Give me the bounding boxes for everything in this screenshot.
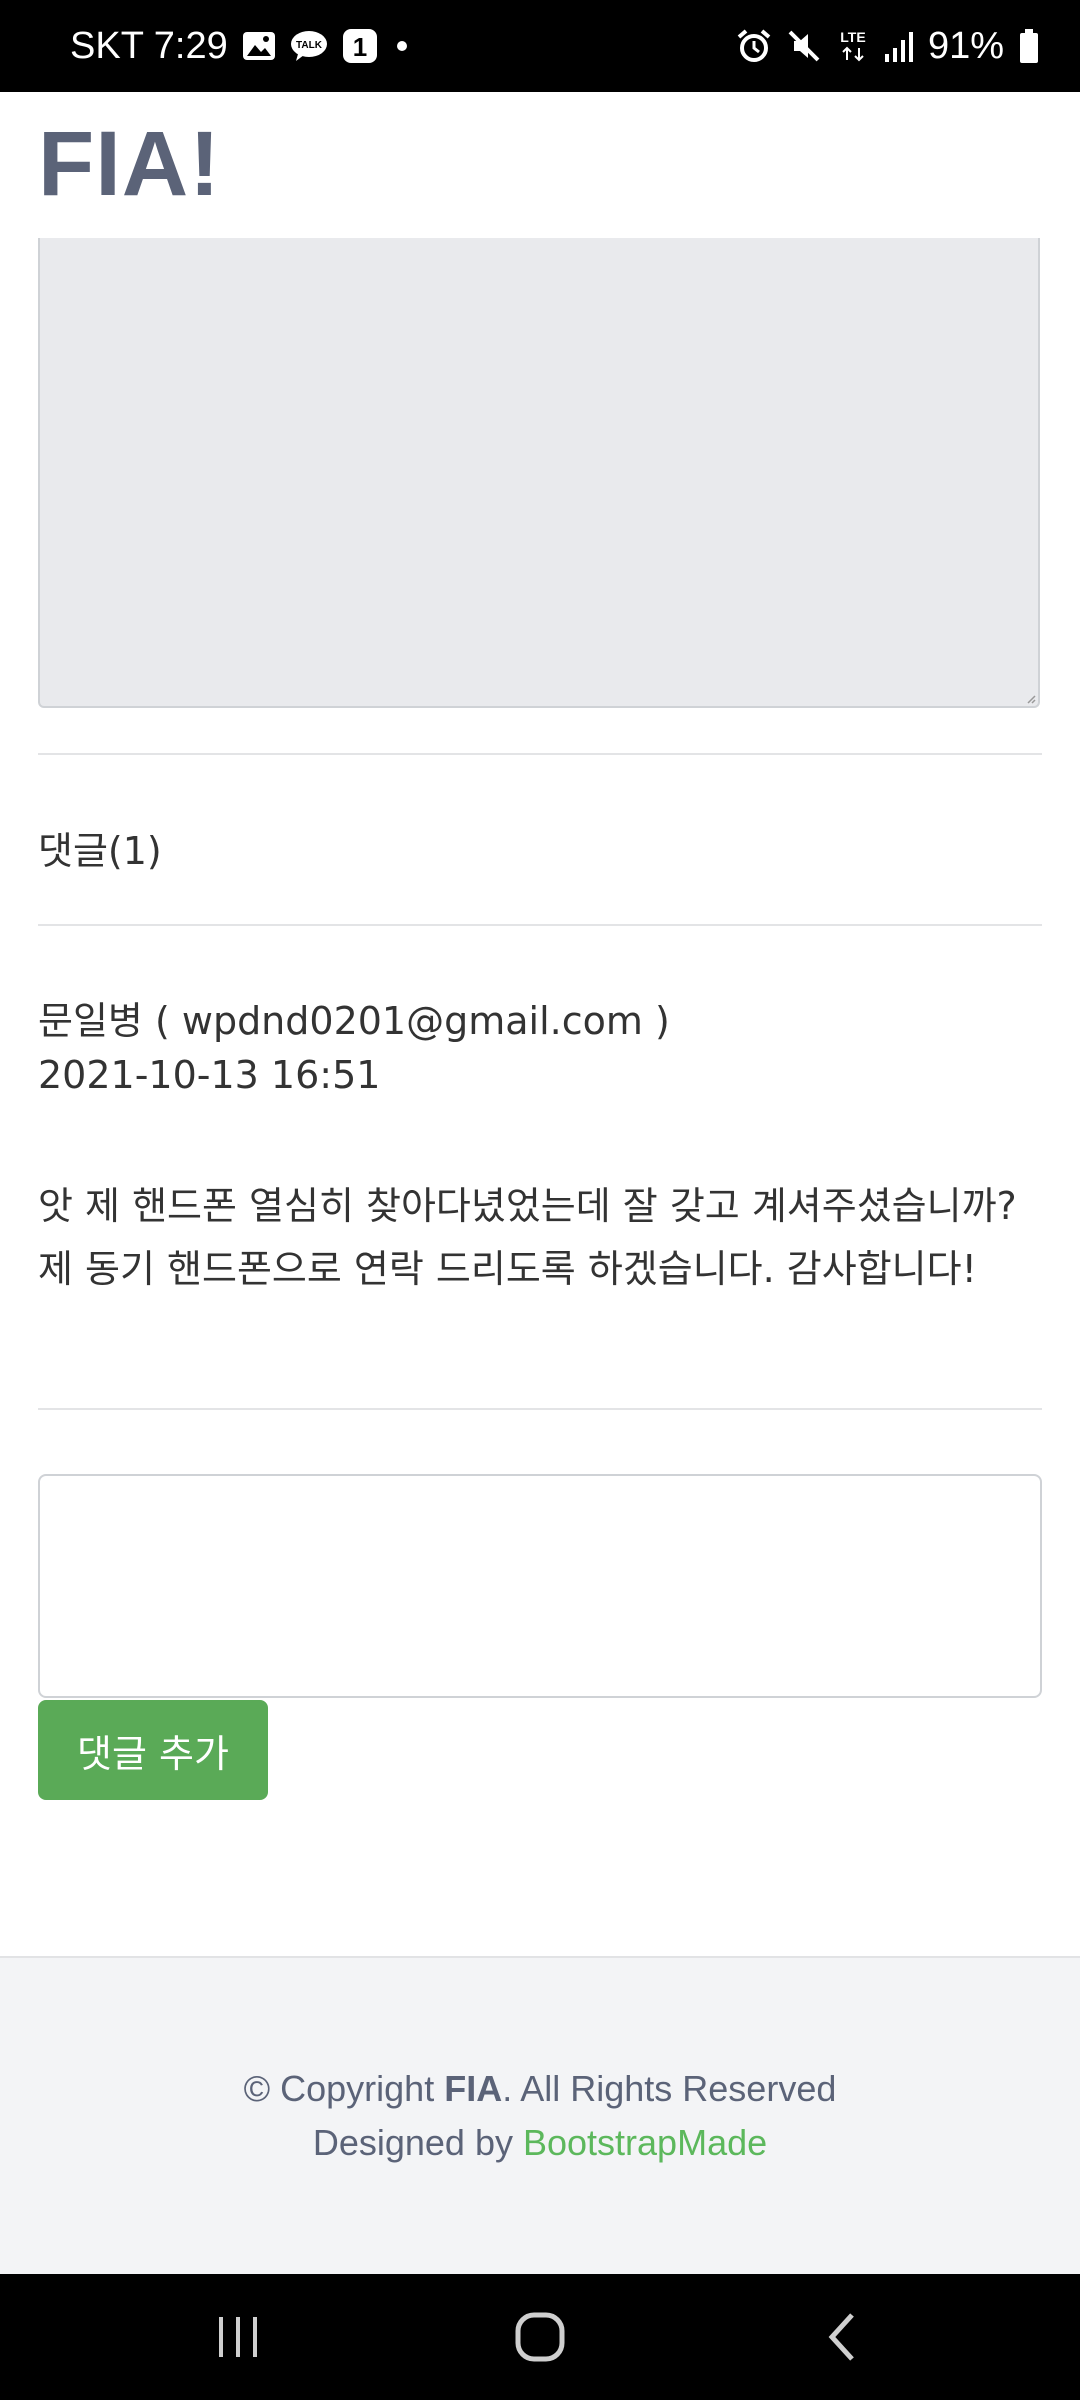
site-logo[interactable]: FIA! <box>38 112 221 217</box>
comments-count-title: 댓글(1) <box>38 829 162 873</box>
recent-apps-button[interactable] <box>148 2274 328 2400</box>
signal-icon <box>884 30 914 62</box>
svg-text:TALK: TALK <box>296 40 323 51</box>
comment-input[interactable] <box>38 1474 1042 1698</box>
comment-body: 앗 제 핸드폰 열심히 찾아다녔었는데 잘 갖고 계셔주셨습니까? 제 동기 핸… <box>38 1184 1017 1291</box>
site-header: FIA! <box>0 92 1080 238</box>
copyright-brand: FIA <box>444 2068 503 2109</box>
mute-icon <box>786 28 822 64</box>
divider <box>38 753 1042 755</box>
copyright-prefix: © Copyright <box>243 2068 445 2109</box>
designed-by-label: Designed by <box>312 2122 523 2163</box>
alarm-icon <box>736 28 772 64</box>
post-content-textarea <box>38 238 1040 708</box>
notification-1-icon: 1 <box>342 28 378 64</box>
dot-icon <box>392 36 412 56</box>
home-button[interactable] <box>450 2274 630 2400</box>
comment-date: 2021-10-13 16:51 <box>38 1053 381 1097</box>
talk-icon: TALK <box>290 30 328 62</box>
add-comment-button[interactable]: 댓글 추가 <box>38 1700 268 1800</box>
svg-text:1: 1 <box>353 32 367 62</box>
comment-author: 문일병 ( wpdnd0201@gmail.com ) <box>38 999 670 1043</box>
designer-link[interactable]: BootstrapMade <box>523 2122 767 2163</box>
back-button[interactable] <box>752 2274 932 2400</box>
divider <box>38 924 1042 926</box>
recent-apps-icon <box>219 2317 257 2357</box>
back-icon <box>828 2313 854 2361</box>
carrier-time: SKT 7:29 <box>70 24 228 67</box>
site-footer: © Copyright FIA. All Rights Reserved Des… <box>0 1956 1080 2276</box>
copyright-text: © Copyright FIA. All Rights Reserved <box>0 2068 1080 2110</box>
divider <box>38 1408 1042 1410</box>
resize-grip-icon <box>1027 695 1036 704</box>
home-icon <box>515 2312 565 2362</box>
battery-percent: 91% <box>927 24 1004 67</box>
credits-text: Designed by BootstrapMade <box>0 2122 1080 2164</box>
lte-icon: LTE <box>836 28 870 64</box>
gallery-icon <box>242 31 276 61</box>
battery-icon <box>1018 28 1040 64</box>
svg-text:LTE: LTE <box>840 29 865 45</box>
copyright-suffix: . All Rights Reserved <box>502 2068 837 2109</box>
status-bar: SKT 7:29 TALK 1 LTE 91% <box>0 0 1080 92</box>
system-nav-bar <box>0 2274 1080 2400</box>
